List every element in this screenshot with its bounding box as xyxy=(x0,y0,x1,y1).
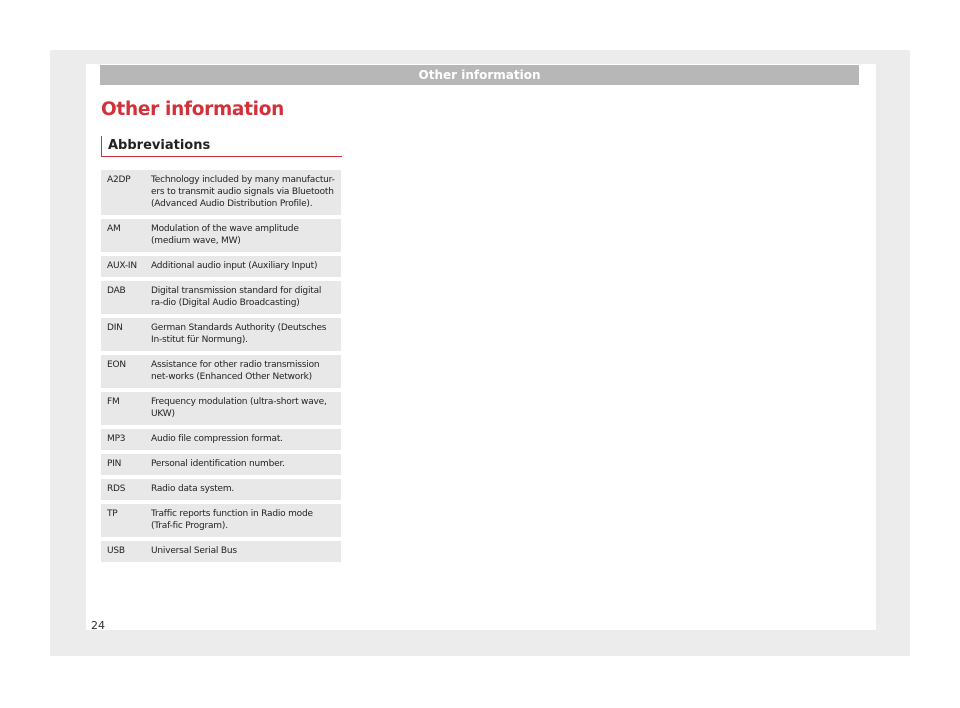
abbreviation-cell: TP xyxy=(107,509,118,519)
table-row: DIN German Standards Authority (Deutsches… xyxy=(101,318,341,351)
abbreviation-cell: FM xyxy=(107,397,120,407)
description-cell: Traffic reports function in Radio mode (… xyxy=(151,509,313,531)
description-cell: Frequency modulation (ultra-short wave, … xyxy=(151,397,327,419)
table-row: TP Traffic reports function in Radio mode… xyxy=(101,504,341,537)
page-title: Other information xyxy=(101,99,284,120)
table-row: FM Frequency modulation (ultra-short wave… xyxy=(101,392,341,425)
section-heading: Abbreviations xyxy=(101,136,342,157)
description-cell: Audio file compression format. xyxy=(151,434,283,444)
table-row: A2DP Technology included by many manufact… xyxy=(101,170,341,215)
table-row: MP3 Audio file compression format. xyxy=(101,429,341,450)
running-header: Other information xyxy=(100,65,859,85)
table-row: AM Modulation of the wave amplitude (medi… xyxy=(101,219,341,252)
abbreviation-cell: AM xyxy=(107,224,121,234)
table-row: EON Assistance for other radio transmissi… xyxy=(101,355,341,388)
description-cell: Radio data system. xyxy=(151,484,235,494)
abbreviation-cell: USB xyxy=(107,546,125,556)
abbreviation-cell: AUX-IN xyxy=(107,261,137,271)
description-cell: Technology included by many manufactur-e… xyxy=(151,175,335,209)
page-number: 24 xyxy=(91,619,105,632)
description-cell: Additional audio input (Auxiliary Input) xyxy=(151,261,318,271)
description-cell: German Standards Authority (Deutsches In… xyxy=(151,323,327,345)
abbreviation-cell: DAB xyxy=(107,286,126,296)
table-row: DAB Digital transmission standard for dig… xyxy=(101,281,341,314)
description-cell: Personal identification number. xyxy=(151,459,285,469)
abbreviation-cell: DIN xyxy=(107,323,123,333)
table-row: RDS Radio data system. xyxy=(101,479,341,500)
description-cell: Assistance for other radio transmission … xyxy=(151,360,320,382)
abbreviation-cell: PIN xyxy=(107,459,122,469)
abbreviation-cell: MP3 xyxy=(107,434,126,444)
description-cell: Digital transmission standard for digita… xyxy=(151,286,322,308)
abbreviations-table: A2DP Technology included by many manufact… xyxy=(101,170,341,566)
abbreviation-cell: RDS xyxy=(107,484,126,494)
abbreviation-cell: EON xyxy=(107,360,126,370)
section-heading-label: Abbreviations xyxy=(108,138,211,153)
table-row: PIN Personal identification number. xyxy=(101,454,341,475)
table-row: AUX-IN Additional audio input (Auxiliary … xyxy=(101,256,341,277)
table-row: USB Universal Serial Bus xyxy=(101,541,341,562)
abbreviation-cell: A2DP xyxy=(107,175,131,185)
description-cell: Modulation of the wave amplitude (medium… xyxy=(151,224,299,246)
description-cell: Universal Serial Bus xyxy=(151,546,237,556)
